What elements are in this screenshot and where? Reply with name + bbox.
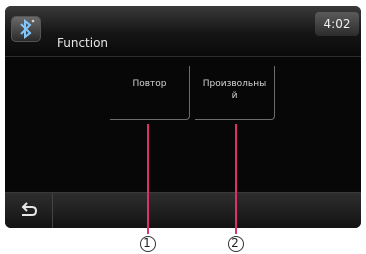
header-bar: Function 4:02 (5, 6, 361, 57)
function-menu: Повтор Произвольны й (5, 58, 361, 190)
screen: Function 4:02 Повтор Произвольны й (5, 6, 361, 228)
back-arrow-icon (21, 202, 38, 216)
clock-display: 4:02 (315, 12, 359, 36)
repeat-label: Повтор (132, 79, 167, 89)
repeat-button[interactable]: Повтор (110, 66, 190, 120)
callout-line-1 (147, 124, 149, 234)
footer-bar (5, 192, 361, 228)
page-title: Function (57, 36, 109, 50)
callout-line-2 (235, 124, 237, 234)
callout-number-2: 2 (231, 236, 239, 250)
shuffle-label: Произвольны й (202, 79, 267, 101)
shuffle-button[interactable]: Произвольны й (195, 66, 275, 120)
back-button[interactable] (5, 193, 53, 228)
callout-number-1: 1 (143, 236, 151, 250)
bluetooth-icon (11, 16, 41, 42)
